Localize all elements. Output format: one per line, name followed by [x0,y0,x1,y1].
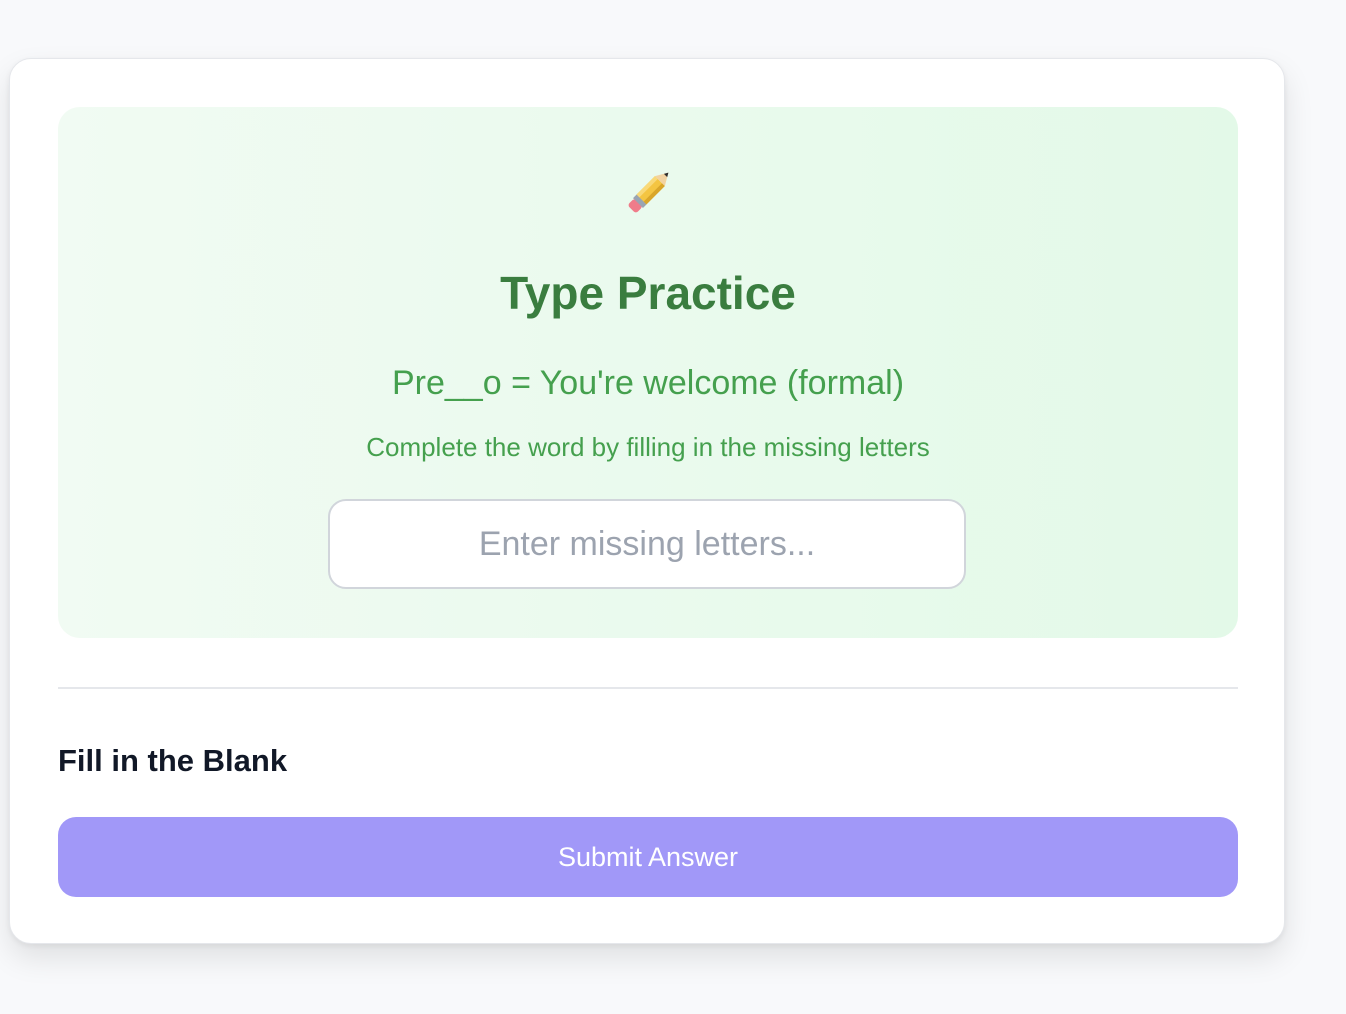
section-label: Fill in the Blank [58,743,288,778]
word-prompt: Pre__o = You're welcome (formal) [391,364,905,402]
type-practice-panel: Type Practice Pre__o = You're welcome (f… [58,107,1238,638]
practice-title: Type Practice [500,267,796,319]
pencil-icon [618,159,682,223]
instruction-text: Complete the word by filling in the miss… [366,432,930,462]
exercise-card: Type Practice Pre__o = You're welcome (f… [9,58,1285,944]
clipped-header-fragment [240,0,270,6]
missing-letters-input[interactable] [328,499,966,589]
submit-answer-button[interactable]: Submit Answer [58,817,1238,897]
divider [58,687,1238,689]
